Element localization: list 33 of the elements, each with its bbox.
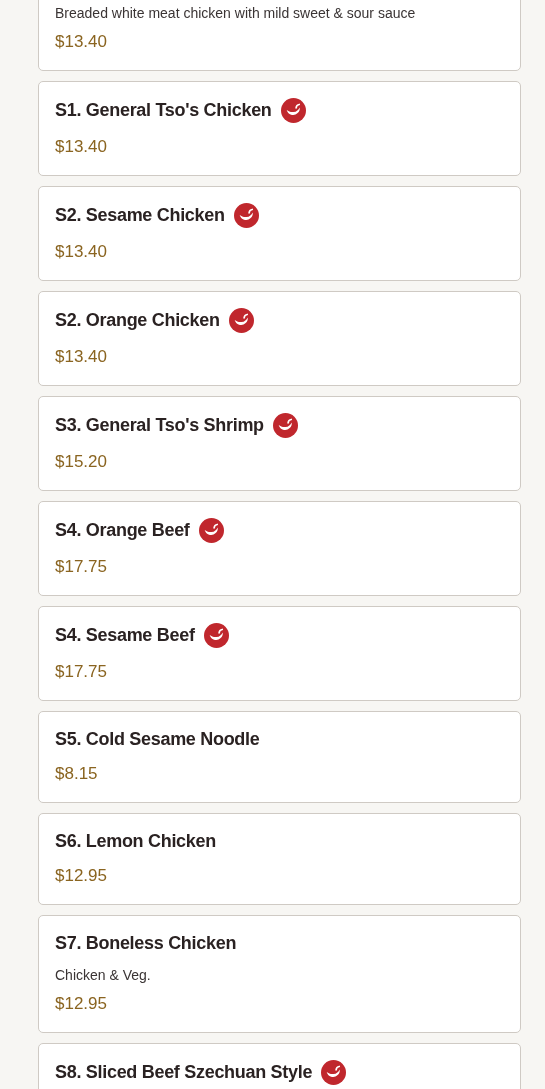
item-price: $12.95: [55, 865, 108, 887]
item-price: $13.40: [55, 136, 108, 158]
menu-item-card[interactable]: S2. Sesame Chicken $13.40: [38, 186, 521, 281]
item-name: S4. Orange Beef: [55, 520, 190, 541]
item-price: $8.15: [55, 763, 99, 785]
item-name: S1. General Tso's Chicken: [55, 100, 272, 121]
menu-item-card[interactable]: S4. Sesame Beef $17.75: [38, 606, 521, 701]
item-description: Chicken & Veg.: [55, 966, 152, 985]
item-name: S5. Cold Sesame Noodle: [55, 728, 260, 750]
menu-item-card[interactable]: S2. Orange Chicken $13.40: [38, 291, 521, 386]
menu-item-card[interactable]: S6. Lemon Chicken $12.95: [38, 813, 521, 905]
menu-item-card[interactable]: S5. Cold Sesame Noodle $8.15: [38, 711, 521, 803]
menu-item-card[interactable]: S8. Sliced Beef Szechuan Style: [38, 1043, 521, 1089]
item-name: S3. General Tso's Shrimp: [55, 415, 264, 436]
item-price: $13.40: [55, 31, 108, 53]
menu-item-card[interactable]: S1. General Tso's Chicken $13.40: [38, 81, 521, 176]
item-price: $13.40: [55, 241, 108, 263]
item-name: S2. Orange Chicken: [55, 310, 220, 331]
menu-item-card[interactable]: Breaded white meat chicken with mild sweet & sour sauce $13.40: [38, 0, 521, 71]
item-name: S6. Lemon Chicken: [55, 830, 216, 852]
item-name: S8. Sliced Beef Szechuan Style: [55, 1062, 313, 1083]
item-price: $15.20: [55, 451, 108, 473]
item-name: S7. Boneless Chicken: [55, 932, 237, 954]
item-price: $13.40: [55, 346, 108, 368]
menu-item-card[interactable]: S3. General Tso's Shrimp $15.20: [38, 396, 521, 491]
item-name: S2. Sesame Chicken: [55, 205, 225, 226]
item-description: Breaded white meat chicken with mild sweet & sour sauce: [55, 4, 417, 23]
item-price: $12.95: [55, 993, 108, 1015]
menu-item-card[interactable]: S4. Orange Beef $17.75: [38, 501, 521, 596]
item-name: S4. Sesame Beef: [55, 625, 195, 646]
menu-item-card[interactable]: S7. Boneless Chicken Chicken & Veg. $12.95: [38, 915, 521, 1033]
item-price: $17.75: [55, 661, 108, 683]
item-price: $17.75: [55, 556, 108, 578]
